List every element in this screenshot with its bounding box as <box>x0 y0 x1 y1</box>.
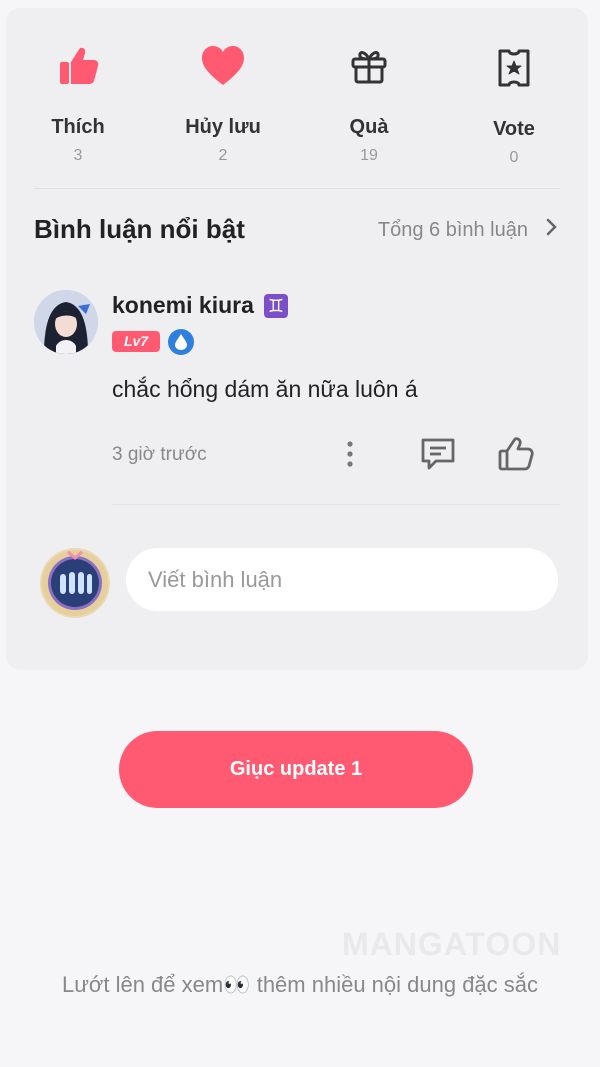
vote-label: Vote <box>493 118 535 140</box>
droplet-badge-icon <box>168 329 194 355</box>
gemini-zodiac-icon: ♊ <box>264 294 288 318</box>
like-count: 3 <box>73 147 83 164</box>
request-update-button[interactable]: Giục update 1 <box>119 731 473 808</box>
vote-count: 0 <box>509 149 519 166</box>
heart-filled-icon <box>163 38 283 94</box>
gift-icon <box>309 38 429 94</box>
stats-bar: Thích 3 Hủy lưu 2 Quà 19 Vote 0 <box>6 8 588 188</box>
reply-button[interactable] <box>416 434 460 474</box>
like-label: Thích <box>51 116 105 138</box>
commenter-avatar[interactable] <box>34 290 98 354</box>
user-avatar[interactable] <box>40 548 110 618</box>
reply-comment-icon <box>421 438 455 470</box>
commenter-username[interactable]: konemi kiura <box>112 292 254 319</box>
like-stat[interactable]: Thích 3 <box>18 38 138 165</box>
level-badge: Lv7 <box>112 331 160 352</box>
comment-text: chắc hổng dám ăn nữa luôn á <box>112 376 418 402</box>
total-comments-link[interactable]: Tổng 6 bình luận <box>378 218 558 242</box>
scroll-up-hint: Lướt lên để xem👀 thêm nhiều nội dung đặc… <box>61 972 539 997</box>
more-vertical-icon <box>347 441 353 467</box>
gift-label: Quà <box>349 116 389 138</box>
save-label: Hủy lưu <box>185 116 261 138</box>
watermark: MANGATOON <box>342 926 562 962</box>
gift-count: 19 <box>360 147 378 164</box>
interaction-card: Thích 3 Hủy lưu 2 Quà 19 Vote 0 Bình luậ… <box>6 8 588 670</box>
save-stat[interactable]: Hủy lưu 2 <box>163 38 283 165</box>
comment-like-button[interactable] <box>494 434 538 474</box>
thumbs-up-outline-icon <box>498 437 534 471</box>
featured-comments-title: Bình luận nổi bật <box>34 214 245 244</box>
vote-stat[interactable]: Vote 0 <box>454 40 574 167</box>
vote-ticket-icon <box>454 40 574 96</box>
divider <box>112 504 560 505</box>
comment-time: 3 giờ trước <box>112 444 207 465</box>
save-count: 2 <box>218 147 228 164</box>
chevron-right-icon <box>546 218 558 242</box>
comment-input[interactable] <box>126 548 558 611</box>
total-comments-label: Tổng 6 bình luận <box>377 218 528 241</box>
more-options-button[interactable] <box>332 434 368 474</box>
divider <box>34 188 560 189</box>
thumbs-up-filled-icon <box>18 38 138 94</box>
gift-stat[interactable]: Quà 19 <box>309 38 429 165</box>
